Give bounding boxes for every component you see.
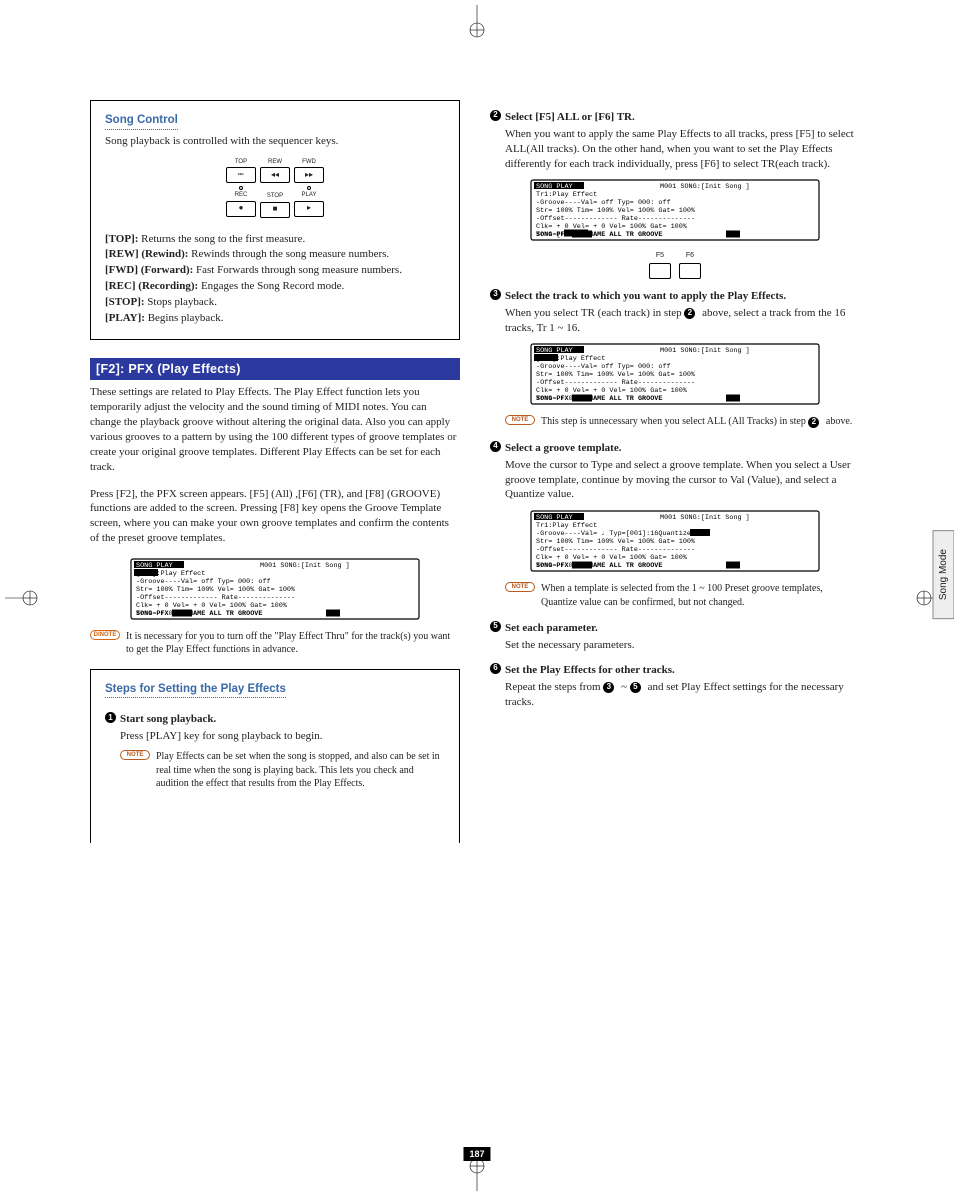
lcd-screen-3: SONG PLAY M001 SONG:[Init Song ] [Tr1]:P…	[530, 343, 820, 405]
lcd-screen-2: SONG PLAY M001 SONG:[Init Song ] Tr1:Pla…	[530, 179, 820, 241]
svg-text:[Tr1]:Play Effect: [Tr1]:Play Effect	[536, 355, 605, 363]
right-column: 2 Select [F5] ALL or [F6] TR. When you wa…	[490, 100, 860, 861]
note-icon: NOTE	[505, 415, 535, 425]
svg-text:M001 SONG:[Init Song ]: M001 SONG:[Init Song ]	[660, 347, 750, 355]
f-keys: F5 F6	[490, 251, 860, 278]
svg-text:Clk= + 0 Vel= + 0 Vel= 100%: Clk= + 0 Vel= + 0 Vel= 100% Gat= 100%	[536, 223, 688, 231]
step-2-title: Select [F5] ALL or [F6] TR.	[505, 110, 635, 125]
step-4-note: NOTE When a template is selected from th…	[505, 582, 860, 609]
step-5-body: Set the necessary parameters.	[505, 638, 860, 653]
f5-button[interactable]	[649, 263, 671, 279]
svg-text:SONG PLAY: SONG PLAY	[136, 562, 173, 570]
svg-text:-Offset------------- Rate----: -Offset------------- Rate--------------	[536, 379, 695, 387]
svg-text:Str= 100% Tim= 100% Vel= 100%: Str= 100% Tim= 100% Vel= 100% Gat= 100%	[536, 371, 696, 379]
svg-text:M001 SONG:[Init Song ]: M001 SONG:[Init Song ]	[260, 562, 350, 570]
svg-text:-Offset------------- Rate----: -Offset------------- Rate--------------	[536, 215, 695, 223]
play-led	[307, 186, 311, 190]
step-1-body: Press [PLAY] key for song playback to be…	[120, 729, 445, 744]
song-control-title: Song Control	[105, 113, 178, 130]
svg-text:Str= 100% Tim= 100% Vel= 100%: Str= 100% Tim= 100% Vel= 100% Gat= 100%	[136, 586, 296, 594]
svg-text:SONG PLAY: SONG PLAY	[536, 514, 573, 522]
svg-text:Clk= + 0 Vel= + 0 Vel= 100%: Clk= + 0 Vel= + 0 Vel= 100% Gat= 100%	[136, 602, 288, 610]
svg-text:[Tr1]:Play Effect: [Tr1]:Play Effect	[136, 570, 205, 578]
step-5-title: Set each parameter.	[505, 621, 598, 636]
svg-text:SONG PFX TCH NAME ALL TR: SONG PFX TCH NAME ALL TR GROOVE	[536, 395, 662, 403]
rec-led	[239, 186, 243, 190]
svg-text:-Groove----Val= off Typ= 000:: -Groove----Val= off Typ= 000: off	[136, 578, 271, 586]
step-4-body: Move the cursor to Type and select a gro…	[505, 458, 860, 503]
svg-text:-Offset------------- Rate----: -Offset------------- Rate--------------	[136, 594, 295, 602]
page-number: 187	[463, 1147, 490, 1161]
rec-button[interactable]: ●	[226, 201, 256, 217]
sequencer-keys: TOP⭰ REW◂◂ FWD▸▸ REC● STOP■ PLAY▸	[105, 158, 445, 217]
f6-button[interactable]	[679, 263, 701, 279]
step-1-title: Start song playback.	[120, 712, 216, 727]
step-3-bullet: 3	[490, 289, 501, 300]
note-icon: NOTE	[120, 750, 150, 760]
step-2-bullet: 2	[490, 110, 501, 121]
song-control-box: Song Control Song playback is controlled…	[90, 100, 460, 340]
svg-text:Str= 100% Tim= 100% Vel= 100%: Str= 100% Tim= 100% Vel= 100% Gat= 100%	[536, 207, 696, 215]
key-definitions: [TOP]: Returns the song to the first mea…	[105, 232, 445, 326]
step-4-bullet: 4	[490, 441, 501, 452]
step-3-body: When you select TR (each track) in step …	[505, 306, 860, 336]
left-column: Song Control Song playback is controlled…	[90, 100, 460, 861]
note-icon: NOTE	[505, 582, 535, 592]
svg-text:M001 SONG:[Init Song ]: M001 SONG:[Init Song ]	[660, 514, 750, 522]
step-5-bullet: 5	[490, 621, 501, 632]
svg-text:-Groove----Val= off Typ= 000:: -Groove----Val= off Typ= 000: off	[536, 199, 671, 207]
svg-text:-Offset------------- Rate----: -Offset------------- Rate--------------	[536, 546, 695, 554]
warn-icon: DINOTE	[90, 630, 120, 640]
svg-text:Str= 100% Tim= 100% Vel= 100%: Str= 100% Tim= 100% Vel= 100% Gat= 100%	[536, 538, 696, 546]
f2-section-title: [F2]: PFX (Play Effects)	[90, 358, 460, 381]
svg-text:Tr1:Play Effect: Tr1:Play Effect	[536, 522, 597, 530]
svg-text:M001 SONG:[Init Song ]: M001 SONG:[Init Song ]	[660, 183, 750, 191]
svg-text:SONG PFX TCH NAME ALL TR: SONG PFX TCH NAME ALL TR GROOVE	[536, 231, 662, 239]
steps-title: Steps for Setting the Play Effects	[105, 682, 286, 699]
svg-text:SONG PFX TCH NAME ALL TR: SONG PFX TCH NAME ALL TR GROOVE	[136, 610, 262, 618]
song-control-intro: Song playback is controlled with the seq…	[105, 134, 445, 149]
step-4-title: Select a groove template.	[505, 441, 621, 456]
crop-mark-top	[457, 5, 497, 45]
side-tab: Song Mode	[933, 530, 954, 619]
steps-box: Steps for Setting the Play Effects 1 Star…	[90, 669, 460, 843]
svg-text:-Groove----Val= off Typ= 000:: -Groove----Val= off Typ= 000: off	[536, 363, 671, 371]
step-6-title: Set the Play Effects for other tracks.	[505, 663, 675, 678]
crop-mark-left	[5, 578, 45, 618]
svg-text:Clk= + 0 Vel= + 0 Vel= 100%: Clk= + 0 Vel= + 0 Vel= 100% Gat= 100%	[536, 387, 688, 395]
step-1-bullet: 1	[105, 712, 116, 723]
warning-note: DINOTE It is necessary for you to turn o…	[90, 630, 460, 657]
svg-text:-Groove----Val= ♩ Typ=[001]: -Groove----Val= ♩ Typ=[001]:16Quantize	[536, 530, 691, 538]
lcd-screen-4: SONG PLAY M001 SONG:[Init Song ] Tr1:Pla…	[530, 510, 820, 572]
step-6-bullet: 6	[490, 663, 501, 674]
step-3-note: NOTE This step is unnecessary when you s…	[505, 415, 860, 429]
step-6-body: Repeat the steps from 3 ~ 5 and set Play…	[505, 680, 860, 710]
stop-button[interactable]: ■	[260, 202, 290, 218]
lcd-screen-1: SONG PLAY M001 SONG:[Init Song ] [Tr1]:P…	[130, 558, 420, 620]
rew-button[interactable]: ◂◂	[260, 167, 290, 183]
svg-text:Clk= + 0 Vel= + 0 Vel= 100%: Clk= + 0 Vel= + 0 Vel= 100% Gat= 100%	[536, 554, 688, 562]
fwd-button[interactable]: ▸▸	[294, 167, 324, 183]
play-button[interactable]: ▸	[294, 201, 324, 217]
f2-para-2: Press [F2], the PFX screen appears. [F5]…	[90, 487, 460, 546]
svg-text:Tr1:Play Effect: Tr1:Play Effect	[536, 191, 597, 199]
svg-text:SONG PLAY: SONG PLAY	[536, 347, 573, 355]
step-2-body: When you want to apply the same Play Eff…	[505, 127, 860, 172]
step-3-title: Select the track to which you want to ap…	[505, 289, 786, 304]
f2-para-1: These settings are related to Play Effec…	[90, 385, 460, 474]
svg-text:SONG PFX TCH NAME ALL TR: SONG PFX TCH NAME ALL TR GROOVE	[536, 562, 662, 570]
svg-text:SONG PLAY: SONG PLAY	[536, 183, 573, 191]
top-button[interactable]: ⭰	[226, 167, 256, 183]
